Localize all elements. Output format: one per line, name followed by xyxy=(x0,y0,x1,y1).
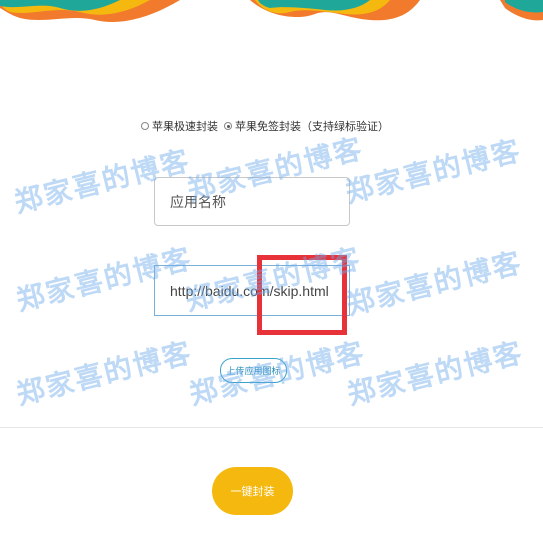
url-input[interactable]: http://baidu.com/skip.html xyxy=(154,265,350,316)
watermark-text: 郑家喜的博客 xyxy=(344,335,527,412)
app-name-placeholder: 应用名称 xyxy=(170,193,226,210)
section-divider xyxy=(0,427,543,428)
watermark-text: 郑家喜的博客 xyxy=(343,245,526,322)
app-name-input[interactable]: 应用名称 xyxy=(154,177,350,226)
radio-fast-packaging[interactable] xyxy=(141,122,149,130)
url-input-value: http://baidu.com/skip.html xyxy=(170,282,329,299)
one-click-package-button[interactable]: 一键封装 xyxy=(212,467,293,515)
upload-app-icon-button[interactable]: 上传应用图标 xyxy=(220,358,287,383)
radio-signature-free-packaging[interactable] xyxy=(224,122,232,130)
watermark-text: 郑家喜的博客 xyxy=(13,335,196,412)
radio-fast-packaging-label[interactable]: 苹果极速封装 xyxy=(152,118,218,134)
packaging-type-radio-group: 苹果极速封装 苹果免签封装（支持绿标验证） xyxy=(141,118,395,134)
top-wave-decoration xyxy=(0,0,543,22)
watermark-text: 郑家喜的博客 xyxy=(342,133,525,210)
radio-signature-free-packaging-label[interactable]: 苹果免签封装（支持绿标验证） xyxy=(235,118,389,134)
